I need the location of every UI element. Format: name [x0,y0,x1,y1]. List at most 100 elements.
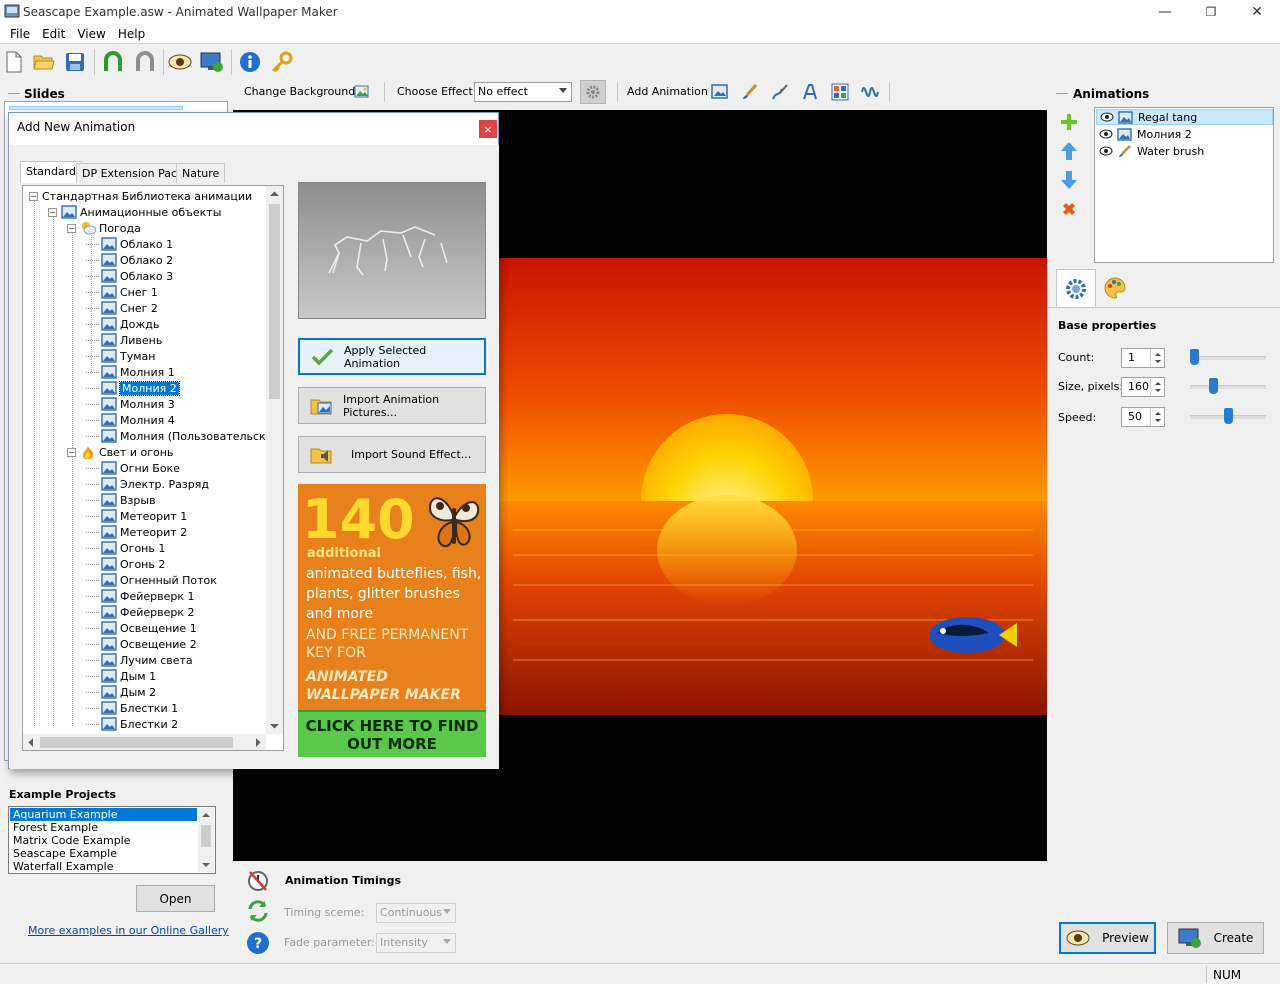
dialog-close-button[interactable]: × [479,120,497,138]
add-picture-animation-button[interactable] [711,83,729,104]
animation-list[interactable]: Regal tang Молния 2 Water brush [1094,107,1274,263]
spinner-arrows-icon[interactable] [1150,349,1164,367]
tree-item[interactable]: Молния 4 [86,412,175,428]
undo-button[interactable] [100,49,126,75]
online-gallery-link[interactable]: More examples in our Online Gallery [28,924,229,937]
spinner-arrows-icon[interactable] [1150,378,1164,396]
save-button[interactable] [62,49,88,75]
size-spinner[interactable]: 160 [1121,377,1165,397]
example-item[interactable]: Forest Example [10,821,197,834]
count-spinner[interactable]: 1 [1121,348,1165,368]
timing-scheme-select[interactable]: Continuous [376,903,456,923]
tree-item[interactable]: Блестки 2 [86,716,178,732]
tree-item[interactable]: Молния 1 [86,364,175,380]
change-background-button[interactable]: Change Background [244,85,355,98]
add-brush-animation-button[interactable] [741,83,759,104]
maximize-button[interactable]: ❐ [1188,0,1234,24]
tree-item[interactable]: Огонь 2 [86,556,165,572]
tab-standard[interactable]: Standard [20,161,83,183]
eye-icon[interactable] [1099,146,1113,156]
import-sound-effect-button[interactable]: Import Sound Effect... [298,436,486,473]
apply-selected-animation-button[interactable]: Apply Selected Animation [298,338,486,375]
tree-folder[interactable]: − Свет и огонь [67,444,173,460]
tree-item[interactable]: Лучим света [86,652,193,668]
preview-toolbar-button[interactable] [167,49,193,75]
example-item[interactable]: Seascape Example [10,847,197,860]
tree-item[interactable]: Освещение 1 [86,620,197,636]
size-slider-track[interactable] [1190,385,1266,389]
tree-vertical-scrollbar[interactable] [266,186,283,734]
size-slider-thumb[interactable] [1208,378,1218,394]
tree-item[interactable]: Молния 3 [86,396,175,412]
animation-library-tree[interactable]: − Стандартная Библиотека анимации − Анимаци… [22,185,284,751]
tree-expander[interactable]: − [67,447,76,457]
tab-dp-extension-pack[interactable]: DP Extension Pack [76,163,190,183]
create-toolbar-button[interactable] [199,49,225,75]
tree-item[interactable]: Фейерверк 2 [86,604,195,620]
tree-item[interactable]: Дым 1 [86,668,156,684]
preview-button[interactable]: Preview [1059,922,1156,954]
open-button[interactable] [31,49,57,75]
effect-select[interactable]: No effect [474,82,572,102]
open-example-button[interactable]: Open [136,885,215,912]
add-text-animation-button[interactable] [801,83,819,104]
promo-banner[interactable]: 140 additional animated butteflies, fish… [298,484,486,757]
minimize-button[interactable]: — [1142,0,1188,24]
menu-help[interactable]: Help [112,27,151,41]
redo-button[interactable] [132,49,158,75]
tree-item[interactable]: Огни Боке [86,460,180,476]
tree-item[interactable]: Молния 2 [86,380,180,396]
tree-expander[interactable]: − [67,223,76,233]
tree-item[interactable]: Облако 1 [86,236,173,252]
tree-item[interactable]: Метеорит 2 [86,524,187,540]
tree-item[interactable]: Облако 3 [86,268,173,284]
tree-item[interactable]: Снег 1 [86,284,158,300]
speed-spinner[interactable]: 50 [1121,407,1165,427]
tree-item[interactable]: Фейерверк 1 [86,588,195,604]
count-slider-track[interactable] [1190,356,1266,360]
slide-thumbnail-selected[interactable] [9,106,183,110]
tree-item[interactable]: Снег 2 [86,300,158,316]
create-button[interactable]: Create [1167,922,1264,954]
tree-item[interactable]: Дождь [86,316,159,332]
animation-item[interactable]: Water brush [1096,143,1273,159]
tree-item[interactable]: Метеорит 1 [86,508,187,524]
example-item[interactable]: Matrix Code Example [10,834,197,847]
animation-item[interactable]: Regal tang [1096,109,1273,125]
example-item[interactable]: Aquarium Example [10,808,197,821]
effect-settings-button[interactable] [580,80,606,104]
speed-slider-thumb[interactable] [1224,408,1233,424]
tree-item[interactable]: Огонь 1 [86,540,165,556]
eye-icon[interactable] [1099,129,1113,139]
tree-folder[interactable]: − Погода [67,220,141,236]
count-slider-thumb[interactable] [1189,349,1199,365]
menu-view[interactable]: View [71,27,111,41]
tree-item[interactable]: Облако 2 [86,252,173,268]
fade-parameter-select[interactable]: Intensity [376,933,456,953]
tree-item[interactable]: Освещение 2 [86,636,197,652]
tree-item[interactable]: Ливень [86,332,162,348]
tree-item[interactable]: Дым 2 [86,684,156,700]
spinner-arrows-icon[interactable] [1150,408,1164,426]
add-wave-animation-button[interactable] [861,83,879,104]
about-button[interactable] [237,49,263,75]
move-up-button[interactable] [1060,141,1078,164]
close-button[interactable]: ✕ [1234,0,1280,24]
tree-item[interactable]: Взрыв [86,492,156,508]
animation-item[interactable]: Молния 2 [1096,126,1273,142]
add-path-animation-button[interactable] [771,83,789,104]
tree-item[interactable]: Молния (Пользовательская) [86,428,283,444]
tree-horizontal-scrollbar[interactable] [23,734,266,750]
register-button[interactable] [269,49,295,75]
tree-expander[interactable]: − [29,191,38,201]
tree-item[interactable]: Огненный Поток [86,572,217,588]
add-animation-button[interactable] [1060,113,1078,134]
examples-scrollbar[interactable] [198,808,214,872]
example-item[interactable]: Waterfall Example [10,860,197,873]
menu-file[interactable]: File [4,27,36,41]
delete-animation-button[interactable] [1061,201,1077,220]
tree-folder[interactable]: − Анимационные объекты [48,204,221,220]
import-animation-pictures-button[interactable]: Import Animation Pictures... [298,387,486,424]
tree-expander[interactable]: − [48,207,57,217]
tree-folder[interactable]: − Стандартная Библиотека анимации [29,188,252,204]
